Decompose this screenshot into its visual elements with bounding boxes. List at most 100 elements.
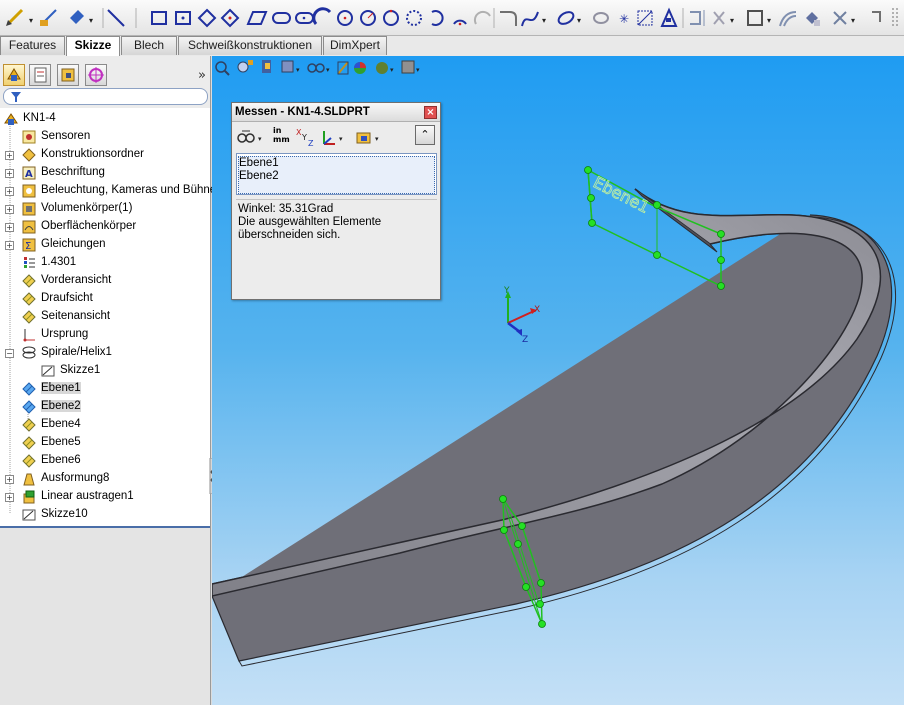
sketch-icon[interactable]: ▾	[6, 8, 33, 26]
fillet-icon[interactable]	[500, 11, 517, 26]
units-bottom-label: mm	[273, 135, 290, 144]
circle-icon[interactable]	[337, 10, 353, 26]
tree-item[interactable]: Seitenansicht	[0, 308, 210, 326]
section-view-icon[interactable]: ▾	[281, 60, 300, 74]
expand-toggle-icon[interactable]: +	[5, 475, 14, 484]
expand-toggle-icon[interactable]: +	[5, 187, 14, 196]
centerpoint-arc-icon[interactable]	[431, 10, 444, 26]
tree-item[interactable]: + Σ Gleichungen	[0, 236, 210, 254]
circle-dashed-icon[interactable]	[406, 10, 422, 26]
offset-entities-icon[interactable]	[779, 11, 797, 27]
tree-item[interactable]: + Ausformung8	[0, 470, 210, 488]
spline-icon[interactable]: ▾	[521, 11, 546, 27]
coordinate-system-button[interactable]: ▾	[319, 126, 349, 148]
sketch-text-icon[interactable]	[637, 10, 653, 26]
expand-toggle-icon[interactable]: +	[5, 223, 14, 232]
expand-panel-icon[interactable]: »	[198, 68, 206, 83]
move-entities-icon[interactable]: ▾	[833, 11, 855, 25]
appearance-icon[interactable]	[354, 62, 366, 74]
tree-item[interactable]: Skizze10	[0, 506, 210, 524]
slot-icon[interactable]	[272, 12, 291, 24]
toolbar-overflow-icon[interactable]	[892, 8, 898, 28]
tangent-arc-icon[interactable]	[453, 19, 467, 26]
close-button[interactable]: ×	[424, 106, 437, 119]
tab-blech[interactable]: Blech	[121, 36, 177, 55]
view-orientation-icon[interactable]: ▾	[307, 63, 330, 74]
tree-item[interactable]: − Spirale/Helix1	[0, 344, 210, 362]
previous-view-icon[interactable]	[262, 60, 271, 73]
tree-item[interactable]: Ursprung	[0, 326, 210, 344]
history-button[interactable]: ▾	[355, 126, 385, 148]
tree-item[interactable]: Ebene6	[0, 452, 210, 470]
slot-center-icon[interactable]	[295, 12, 314, 24]
tree-item[interactable]: Sensoren	[0, 128, 210, 146]
tree-item[interactable]: Draufsicht	[0, 290, 210, 308]
tree-item[interactable]: Ebene5	[0, 434, 210, 452]
tree-item[interactable]: KN1-4	[0, 110, 210, 128]
diamond-point-icon[interactable]	[220, 8, 240, 28]
scene-icon[interactable]: ▾	[376, 62, 394, 74]
tree-item[interactable]: Ebene1	[0, 380, 210, 398]
collapse-toggle-icon[interactable]: −	[5, 349, 14, 358]
tree-item[interactable]: + Beleuchtung, Kameras und Bühne	[0, 182, 216, 200]
tree-item[interactable]: Ebene2	[0, 398, 210, 416]
construction-geometry-icon[interactable]: ▾	[70, 10, 93, 25]
trim-icon[interactable]: ▾	[713, 11, 734, 25]
selection-item-ebene1[interactable]: Ebene1	[239, 157, 279, 169]
units-precision-button[interactable]: in mm	[273, 126, 290, 148]
tree-item[interactable]: Ebene4	[0, 416, 210, 434]
rectangle-icon[interactable]	[151, 11, 167, 25]
tree-item[interactable]: Skizze1	[0, 362, 210, 380]
tab-dimxpert[interactable]: DimXpert	[323, 36, 387, 55]
expand-toggle-icon[interactable]: +	[5, 241, 14, 250]
tree-item[interactable]: + Volumenkörper(1)	[0, 200, 210, 218]
view-settings-icon[interactable]: ▾	[401, 60, 420, 74]
smart-dimension-icon[interactable]	[40, 9, 57, 26]
tree-item[interactable]: 1.4301	[0, 254, 210, 272]
tree-item[interactable]: + Linear austragen1	[0, 488, 210, 506]
tree-item[interactable]: + A Beschriftung	[0, 164, 210, 182]
three-point-arc-icon[interactable]	[473, 10, 491, 25]
selection-list[interactable]: Ebene1 Ebene2	[236, 153, 437, 195]
tree-item[interactable]: + Konstruktionsordner	[0, 146, 210, 164]
dimxpert-tab[interactable]	[85, 64, 107, 86]
expand-toggle-icon[interactable]: +	[5, 493, 14, 502]
rectangle-center-icon[interactable]	[175, 11, 191, 25]
pattern-icon[interactable]	[806, 12, 820, 26]
convert-entities-icon[interactable]: ▾	[747, 10, 771, 26]
measure-dialog-titlebar[interactable]: Messen - KN1-4.SLDPRT ×	[232, 103, 440, 122]
tree-item[interactable]: Vorderansicht	[0, 272, 210, 290]
featuremanager-tab[interactable]	[3, 64, 25, 86]
parallelogram-icon[interactable]	[246, 11, 268, 25]
selection-item-ebene2[interactable]: Ebene2	[239, 170, 279, 182]
xyz-measurement-button[interactable]: XYZ	[295, 126, 315, 148]
ellipse-icon[interactable]: ▾	[557, 10, 581, 27]
filter-input[interactable]	[3, 88, 208, 105]
perimeter-circle-icon[interactable]	[360, 10, 376, 26]
relations-icon[interactable]	[872, 11, 881, 22]
line-icon[interactable]	[107, 9, 125, 27]
plane-sketch-icon[interactable]	[660, 7, 678, 27]
mirror-icon[interactable]	[690, 10, 705, 26]
expand-toggle-icon[interactable]: +	[5, 205, 14, 214]
propertymanager-tab[interactable]	[29, 64, 51, 86]
point-icon[interactable]: ✳	[619, 12, 629, 26]
configurationmanager-tab[interactable]	[57, 64, 79, 86]
tree-item-label: Oberflächenkörper	[41, 220, 137, 232]
arc-circle-measurement-button[interactable]: ▾	[236, 126, 266, 148]
expand-toggle-icon[interactable]: +	[5, 151, 14, 160]
tab-schweisskonstruktionen[interactable]: Schweißkonstruktionen	[178, 36, 322, 55]
tree-item-label: Beschriftung	[41, 166, 105, 178]
diamond-icon[interactable]	[197, 8, 217, 28]
expand-toggle-icon[interactable]: +	[5, 169, 14, 178]
tab-skizze[interactable]: Skizze	[66, 36, 120, 56]
zoom-area-icon[interactable]	[237, 60, 253, 73]
collapse-button[interactable]: ⌃	[415, 125, 435, 145]
zoom-to-fit-icon[interactable]	[215, 61, 230, 76]
partial-ellipse-icon[interactable]	[593, 12, 609, 24]
tree-item[interactable]: + Oberflächenkörper	[0, 218, 210, 236]
circle-three-point-icon[interactable]	[383, 9, 399, 26]
display-style-icon[interactable]	[337, 61, 349, 75]
arc-slot-icon[interactable]	[312, 7, 332, 25]
tab-features[interactable]: Features	[0, 36, 65, 55]
